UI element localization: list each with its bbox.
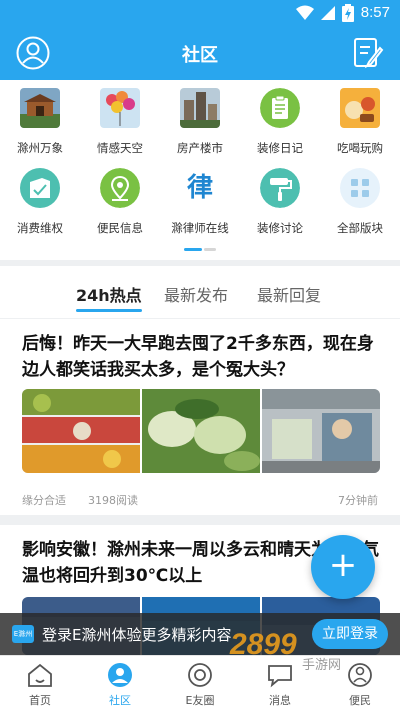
edit-note-icon[interactable] xyxy=(350,36,384,70)
category-label: 消费维权 xyxy=(17,221,63,235)
law-glyph-icon: 律 xyxy=(186,173,213,203)
post-time: 7分钟前 xyxy=(338,494,378,507)
status-time: 8:57 xyxy=(360,4,390,21)
shield-doc-icon xyxy=(20,168,60,208)
category-item[interactable]: 全部版块 xyxy=(320,160,400,240)
tab-24h-hot[interactable]: 24h热点 xyxy=(76,282,142,312)
app-logo-icon: E滁州 xyxy=(12,625,34,643)
category-label: 房产楼市 xyxy=(177,141,223,155)
category-item[interactable]: 装修讨论 xyxy=(240,160,320,240)
category-label: 滁律师在线 xyxy=(171,221,229,235)
community-icon xyxy=(108,663,132,687)
balloons-photo xyxy=(100,88,140,128)
signal-icon xyxy=(321,6,335,20)
grid-icon xyxy=(340,168,380,208)
category-item[interactable]: 消费维权 xyxy=(0,160,80,240)
indicator-dot-active xyxy=(184,248,202,251)
post-image-vegetables xyxy=(142,389,260,473)
category-item[interactable]: 滁州万象 xyxy=(0,80,80,160)
app-bar: 社区 xyxy=(0,26,400,80)
status-bar: 8:57 xyxy=(0,0,400,26)
page-indicator xyxy=(184,248,216,251)
post-title[interactable]: 后悔！昨天一大早跑去囤了2千多东西，现在身边人都笑话我买太多，是个冤大头？ xyxy=(22,331,382,383)
wifi-icon xyxy=(296,5,314,20)
login-banner-text: 登录E滁州体验更多精彩内容 xyxy=(42,626,232,644)
buildings-photo xyxy=(180,88,220,128)
category-label: 滁州万象 xyxy=(17,141,63,155)
site-watermark: 2899 手游网 xyxy=(228,628,378,678)
tab-label: 24h热点 xyxy=(76,286,142,305)
post-card[interactable]: 后悔！昨天一大早跑去囤了2千多东西，现在身边人都笑话我买太多，是个冤大头？ 缘分… xyxy=(0,319,400,515)
category-item[interactable]: 便民信息 xyxy=(80,160,160,240)
tab-latest-posts[interactable]: 最新发布 xyxy=(164,282,228,306)
nav-label: 首页 xyxy=(29,694,51,707)
tab-label: 最新发布 xyxy=(164,286,229,305)
category-item[interactable]: 律 滁律师在线 xyxy=(160,160,240,240)
indicator-dot xyxy=(204,248,216,251)
location-pin-icon xyxy=(100,168,140,208)
post-meta: 缘分合适 3198阅读 xyxy=(22,492,138,508)
page-title: 社区 xyxy=(182,45,218,66)
category-label: 装修日记 xyxy=(257,141,303,155)
post-images[interactable] xyxy=(22,389,380,473)
nav-label: 社区 xyxy=(109,694,131,707)
category-item[interactable]: 吃喝玩购 xyxy=(320,80,400,160)
category-label: 情感天空 xyxy=(97,141,143,155)
post-image-market xyxy=(262,389,380,473)
category-label: 全部版块 xyxy=(337,221,383,235)
home-icon xyxy=(28,663,52,687)
category-item[interactable]: 情感天空 xyxy=(80,80,160,160)
new-post-fab[interactable]: + xyxy=(311,535,375,599)
post-author[interactable]: 缘分合适 xyxy=(22,494,66,507)
category-label: 吃喝玩购 xyxy=(337,141,383,155)
paint-roller-icon xyxy=(260,168,300,208)
nav-item-home[interactable]: 首页 xyxy=(0,656,80,711)
nav-label: 便民 xyxy=(349,694,371,707)
nav-item-community[interactable]: 社区 xyxy=(80,656,160,711)
category-item[interactable]: 装修日记 xyxy=(240,80,320,160)
clipboard-icon xyxy=(260,88,300,128)
pavilion-photo xyxy=(20,88,60,128)
nav-label: E友圈 xyxy=(185,694,215,707)
tab-latest-replies[interactable]: 最新回复 xyxy=(257,282,321,306)
watermark-text: 手游网 xyxy=(302,658,342,673)
post-reads: 3198阅读 xyxy=(88,494,138,507)
category-label: 便民信息 xyxy=(97,221,143,235)
tab-underline xyxy=(76,309,142,312)
friends-circle-icon xyxy=(188,663,212,687)
feed-tabs: 24h热点 最新发布 最新回复 xyxy=(0,266,400,318)
category-item[interactable]: 房产楼市 xyxy=(160,80,240,160)
battery-icon xyxy=(342,4,354,22)
watermark-number: 2899 xyxy=(230,628,297,661)
post-image-fridge xyxy=(22,389,140,473)
tab-label: 最新回复 xyxy=(257,286,322,305)
category-grid: 滁州万象 情感天空 房产楼市 装修日记 吃喝玩购 消费维权 便民信息 律 滁律师… xyxy=(0,80,400,260)
food-photo xyxy=(340,88,380,128)
nav-label: 消息 xyxy=(269,694,291,707)
category-label: 装修讨论 xyxy=(257,221,303,235)
